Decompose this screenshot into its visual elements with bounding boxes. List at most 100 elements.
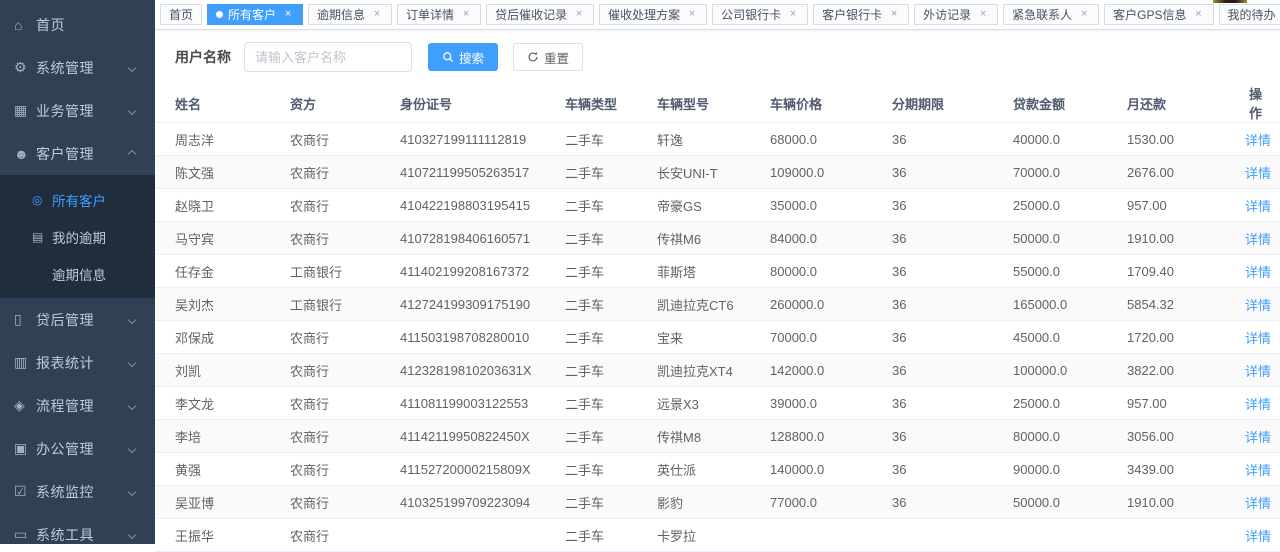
tab[interactable]: 首页 × bbox=[160, 4, 202, 25]
tab[interactable]: 所有客户 × bbox=[207, 4, 303, 25]
cell-action: 详情 bbox=[1245, 189, 1280, 222]
cell-loan: 100000.0 bbox=[1013, 354, 1127, 387]
detail-link[interactable]: 详情 bbox=[1245, 397, 1271, 412]
close-icon[interactable]: × bbox=[888, 9, 900, 21]
tab[interactable]: 紧急联系人 × bbox=[1003, 4, 1099, 25]
sidebar-subitem[interactable]: ▤ 我的逾期 bbox=[0, 218, 155, 255]
close-icon[interactable]: × bbox=[371, 9, 383, 21]
cell-price: 35000.0 bbox=[770, 189, 892, 222]
close-icon[interactable]: × bbox=[1078, 9, 1090, 21]
close-icon[interactable]: × bbox=[977, 9, 989, 21]
sidebar-item-label: 流程管理 bbox=[36, 396, 129, 416]
chevron-down-icon bbox=[128, 401, 136, 409]
cell-model: 卡罗拉 bbox=[657, 519, 770, 552]
chevron-down-icon bbox=[128, 315, 136, 323]
detail-link[interactable]: 详情 bbox=[1245, 199, 1271, 214]
cell-funder: 工商银行 bbox=[290, 255, 400, 288]
cell-model: 长安UNI-T bbox=[657, 156, 770, 189]
cell-model: 帝豪GS bbox=[657, 189, 770, 222]
chevron-down-icon bbox=[128, 63, 136, 71]
sidebar-item-label: 业务管理 bbox=[36, 101, 129, 121]
detail-link[interactable]: 详情 bbox=[1245, 364, 1271, 379]
cell-price: 260000.0 bbox=[770, 288, 892, 321]
detail-link[interactable]: 详情 bbox=[1245, 463, 1271, 478]
cell-name: 邓保成 bbox=[155, 321, 290, 354]
tab-label: 所有客户 bbox=[228, 6, 276, 23]
sidebar-item[interactable]: ▦ 业务管理 bbox=[0, 89, 155, 132]
cell-name: 周志洋 bbox=[155, 123, 290, 156]
cell-model: 传祺M6 bbox=[657, 222, 770, 255]
chevron-down-icon bbox=[128, 444, 136, 452]
table-row: 马守宾农商行410728198406160571二手车传祺M684000.036… bbox=[155, 222, 1280, 255]
sidebar-item[interactable]: ▥ 报表统计 bbox=[0, 341, 155, 384]
tab[interactable]: 客户GPS信息 × bbox=[1104, 4, 1213, 25]
sidebar-item[interactable]: ☑ 系统监控 bbox=[0, 470, 155, 513]
cell-price: 140000.0 bbox=[770, 453, 892, 486]
detail-link[interactable]: 详情 bbox=[1245, 331, 1271, 346]
tab[interactable]: 订单详情 × bbox=[397, 4, 481, 25]
cell-name: 任存金 bbox=[155, 255, 290, 288]
cell-price: 109000.0 bbox=[770, 156, 892, 189]
sidebar-item-label: 系统管理 bbox=[36, 58, 129, 78]
tab[interactable]: 公司银行卡 × bbox=[712, 4, 808, 25]
table-header-row: 姓名资方身份证号车辆类型车辆型号车辆价格分期期限贷款金额月还款操作 bbox=[155, 84, 1280, 123]
cell-period: 36 bbox=[892, 420, 1013, 453]
search-input[interactable] bbox=[244, 42, 412, 72]
sidebar-item[interactable]: ▯ 贷后管理 bbox=[0, 298, 155, 341]
search-button-label: 搜索 bbox=[459, 48, 484, 67]
cell-funder: 农商行 bbox=[290, 321, 400, 354]
sidebar-subitem-label: 所有客户 bbox=[52, 190, 106, 210]
card-icon: ▤ bbox=[32, 230, 52, 244]
chevron-down-icon bbox=[128, 358, 136, 366]
close-icon[interactable]: × bbox=[282, 9, 294, 21]
cell-loan: 80000.0 bbox=[1013, 420, 1127, 453]
sidebar-item[interactable]: ⌂ 首页 bbox=[0, 3, 155, 46]
office-icon: ▣ bbox=[14, 440, 36, 457]
sidebar-item[interactable]: ⚙ 系统管理 bbox=[0, 46, 155, 89]
tab-label: 外访记录 bbox=[923, 6, 971, 23]
detail-link[interactable]: 详情 bbox=[1245, 166, 1271, 181]
detail-link[interactable]: 详情 bbox=[1245, 529, 1271, 544]
sidebar-item[interactable]: ▣ 办公管理 bbox=[0, 427, 155, 470]
cell-action: 详情 bbox=[1245, 123, 1280, 156]
reset-button[interactable]: 重置 bbox=[513, 43, 583, 71]
tab[interactable]: 贷后催收记录 × bbox=[486, 4, 594, 25]
detail-link[interactable]: 详情 bbox=[1245, 133, 1271, 148]
close-icon[interactable]: × bbox=[573, 9, 585, 21]
close-icon[interactable]: × bbox=[787, 9, 799, 21]
cell-id_no: 410325199709223094 bbox=[400, 486, 565, 519]
cell-vehicle_type: 二手车 bbox=[565, 156, 657, 189]
detail-link[interactable]: 详情 bbox=[1245, 430, 1271, 445]
tab-label: 我的待办 bbox=[1228, 6, 1276, 23]
cell-action: 详情 bbox=[1245, 387, 1280, 420]
cell-id_no: 411503198708280010 bbox=[400, 321, 565, 354]
tab-label: 客户银行卡 bbox=[822, 6, 882, 23]
sidebar-item-label: 贷后管理 bbox=[36, 310, 129, 330]
tab[interactable]: 外访记录 × bbox=[914, 4, 998, 25]
tab[interactable]: 催收处理方案 × bbox=[599, 4, 707, 25]
tab[interactable]: 客户银行卡 × bbox=[813, 4, 909, 25]
tab[interactable]: 逾期信息 × bbox=[308, 4, 392, 25]
sidebar-item[interactable]: ☻ 客户管理 bbox=[0, 132, 155, 175]
sidebar-subitem[interactable]: ◎ 所有客户 bbox=[0, 181, 155, 218]
detail-link[interactable]: 详情 bbox=[1245, 265, 1271, 280]
close-icon[interactable]: × bbox=[1193, 9, 1205, 21]
table-row: 李文龙农商行411081199003122553二手车远景X339000.036… bbox=[155, 387, 1280, 420]
detail-link[interactable]: 详情 bbox=[1245, 298, 1271, 313]
close-icon[interactable]: × bbox=[460, 9, 472, 21]
detail-link[interactable]: 详情 bbox=[1245, 232, 1271, 247]
sidebar-subitem[interactable]: 逾期信息 bbox=[0, 255, 155, 292]
cell-id_no: 411402199208167372 bbox=[400, 255, 565, 288]
process-icon: ◈ bbox=[14, 397, 36, 414]
sidebar-item[interactable]: ▭ 系统工具 bbox=[0, 513, 155, 544]
detail-link[interactable]: 详情 bbox=[1245, 496, 1271, 511]
search-button[interactable]: 搜索 bbox=[428, 43, 498, 71]
cell-id_no bbox=[400, 519, 565, 552]
cell-funder: 农商行 bbox=[290, 387, 400, 420]
customer-table: 姓名资方身份证号车辆类型车辆型号车辆价格分期期限贷款金额月还款操作 周志洋农商行… bbox=[155, 84, 1280, 552]
sidebar-item[interactable]: ◈ 流程管理 bbox=[0, 384, 155, 427]
cell-name: 吴亚博 bbox=[155, 486, 290, 519]
close-icon[interactable]: × bbox=[686, 9, 698, 21]
sidebar-item-label: 系统监控 bbox=[36, 482, 129, 502]
tab[interactable]: 我的待办 × bbox=[1219, 4, 1280, 25]
